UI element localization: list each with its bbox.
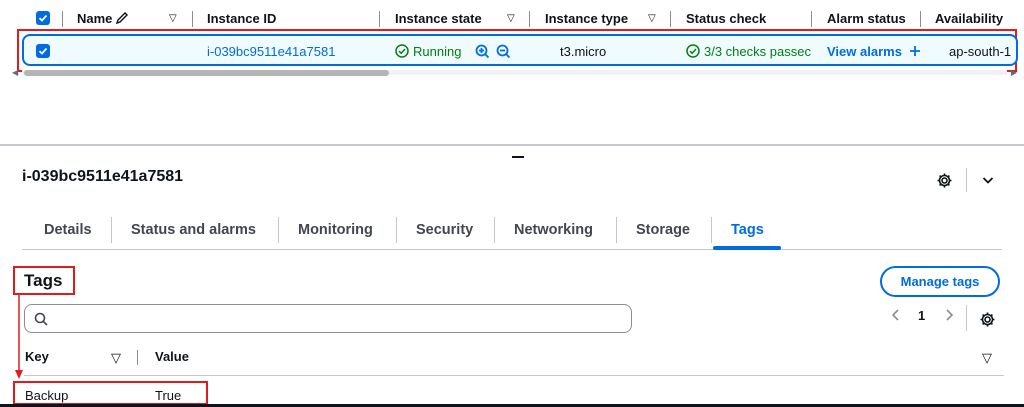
annotation-arrow xyxy=(15,295,23,379)
